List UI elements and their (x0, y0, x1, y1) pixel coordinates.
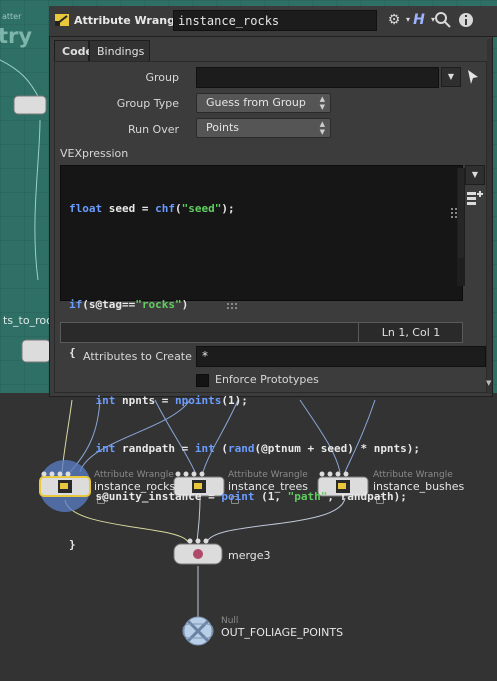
group-type-label: Group Type (116, 97, 179, 110)
group-field[interactable] (196, 67, 439, 88)
run-over-label: Run Over (127, 123, 179, 136)
code-line-3: if(s@tag=="rocks") (69, 298, 189, 311)
scroll-down-icon[interactable]: ▼ (486, 379, 491, 387)
group-label: Group (145, 71, 180, 84)
run-over-dropdown[interactable]: Points ▲ ▼ (196, 118, 331, 138)
cursor-position: Ln 1, Col 1 (381, 326, 441, 339)
panel-scrollbar[interactable] (487, 39, 492, 394)
code-line-6: int randpath = int (rand(@ptnum + seed) … (95, 442, 421, 455)
attributes-to-create-field[interactable]: * (196, 346, 486, 367)
vex-code-editor[interactable]: float seed = chf("seed"); if(s@tag=="roc… (60, 165, 465, 551)
code-status-bar: Ln 1, Col 1 (60, 322, 463, 343)
node-name-label[interactable]: OUT_FOLIAGE_POINTS (221, 626, 343, 639)
bg-node-upper[interactable] (13, 95, 47, 115)
attributes-to-create-label: Attributes to Create (83, 350, 192, 363)
parameter-titlebar: Attribute Wrangle instance_rocks ⚙ ▾ H ▾ (49, 6, 497, 37)
search-icon[interactable] (434, 11, 452, 29)
group-type-value: Guess from Group (206, 96, 306, 109)
code-line-7: s@unity_instance = point (1, "path", ran… (95, 490, 407, 503)
enforce-prototypes-label[interactable]: Enforce Prototypes (215, 373, 319, 386)
code-line-1: float seed = chf("seed"); (69, 202, 235, 215)
create-spare-params-icon[interactable] (465, 189, 485, 207)
parameter-panel: Code Bindings Group ▼ Group Type Guess f… (49, 36, 493, 551)
editor-resize-grip-icon[interactable] (227, 303, 239, 311)
vex-menu-button[interactable]: ▼ (465, 165, 485, 185)
attribute-wrangle-icon (55, 14, 69, 26)
vexpression-label: VEXpression (60, 147, 129, 160)
node-type-label: Null (221, 616, 239, 626)
group-type-dropdown[interactable]: Guess from Group ▲ ▼ (196, 93, 331, 113)
group-menu-button[interactable]: ▼ (441, 67, 461, 87)
tab-bindings[interactable]: Bindings (89, 40, 150, 61)
run-over-value: Points (206, 121, 240, 134)
tab-code[interactable]: Code (54, 40, 93, 61)
node-null-body[interactable] (182, 616, 214, 646)
code-tab-body: Group ▼ Group Type Guess from Group ▲ ▼ R… (54, 61, 487, 551)
select-arrow-icon[interactable] (467, 69, 479, 85)
dropdown-arrows-icon: ▲ ▼ (319, 95, 325, 111)
resize-grip-icon[interactable] (451, 208, 459, 220)
enforce-prototypes-checkbox[interactable] (196, 374, 209, 387)
bg-node-lower[interactable] (21, 339, 51, 363)
code-line-5: int npnts = npoints(1); (95, 394, 248, 407)
dropdown-arrows-icon: ▲ ▼ (319, 120, 325, 136)
code-scrollbar[interactable] (457, 168, 465, 286)
node-type-title: Attribute Wrangle (74, 14, 187, 27)
status-divider (358, 323, 359, 342)
code-line-8: } (69, 538, 76, 551)
info-icon[interactable] (457, 11, 475, 29)
node-name-field[interactable]: instance_rocks (173, 10, 377, 31)
